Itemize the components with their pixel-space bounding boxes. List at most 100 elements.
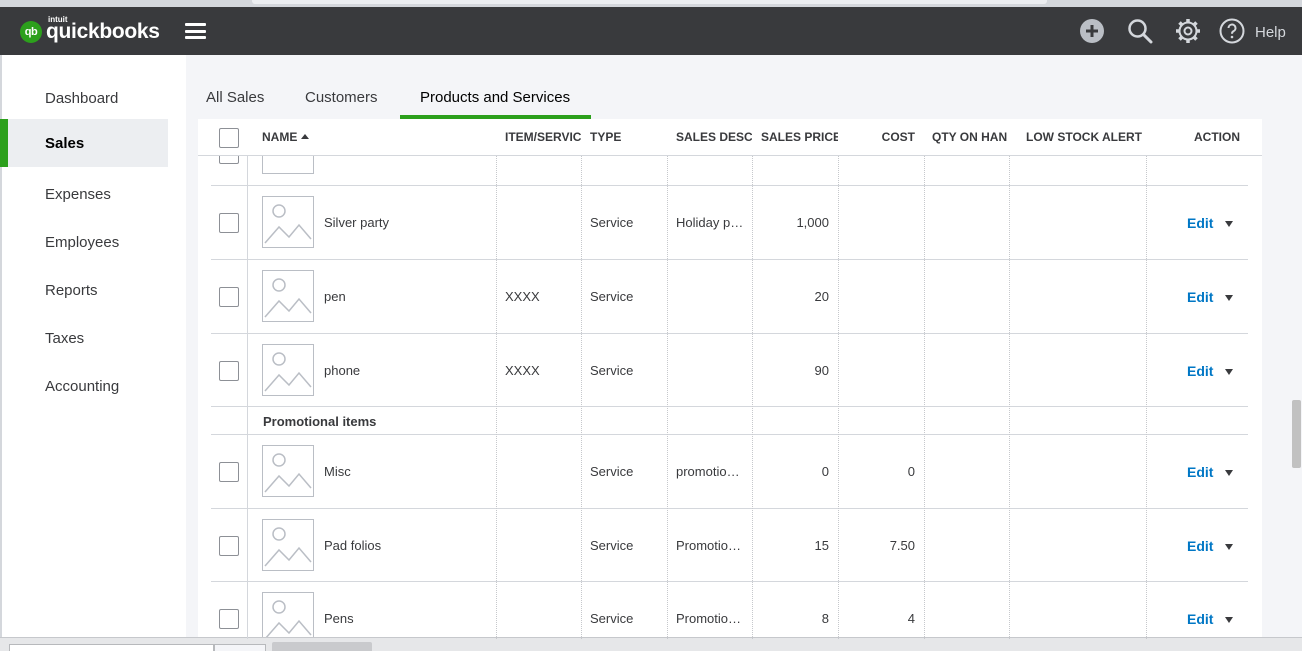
search-icon[interactable] — [1127, 18, 1153, 44]
product-sales-price: 15 — [814, 538, 829, 553]
column-header-cost[interactable]: COST — [839, 119, 923, 156]
bottom-button-remnant[interactable] — [272, 642, 372, 651]
row-checkbox[interactable] — [219, 609, 239, 629]
column-header-item-service[interactable]: ITEM/SERVIC — [497, 119, 581, 156]
address-bar-remnant — [252, 0, 1047, 4]
product-cost: 4 — [907, 611, 915, 626]
edit-link[interactable]: Edit — [1187, 464, 1213, 480]
product-sales-price: 8 — [821, 611, 829, 626]
hamburger-menu-icon[interactable] — [185, 23, 206, 39]
product-description: Promotio… — [676, 538, 742, 553]
column-header-action: ACTION — [1194, 130, 1240, 144]
select-all-checkbox[interactable] — [219, 128, 239, 148]
product-description: promotio… — [676, 464, 740, 479]
edit-link[interactable]: Edit — [1187, 538, 1213, 554]
product-name[interactable]: pen — [324, 289, 504, 304]
table-row[interactable]: Silver party Service Holiday p… 1,000 Ed… — [211, 186, 1248, 260]
column-header-sales-description[interactable]: SALES DESCR — [668, 119, 752, 156]
bottom-status-strip — [0, 637, 1302, 651]
sidebar-item-expenses[interactable]: Expenses — [2, 170, 168, 218]
column-header-sales-price[interactable]: SALES PRICE — [753, 119, 838, 156]
product-type: Service — [590, 215, 634, 230]
row-checkbox[interactable] — [219, 213, 239, 233]
product-type: Service — [590, 464, 634, 479]
product-type: Service — [590, 363, 634, 378]
edit-link[interactable]: Edit — [1187, 611, 1213, 627]
qb-logo-mark: qb — [20, 21, 42, 43]
product-image-placeholder-icon — [262, 519, 314, 571]
bottom-input-remnant[interactable] — [9, 644, 214, 651]
chevron-down-icon[interactable] — [1225, 295, 1233, 301]
product-sales-price: 1,000 — [796, 215, 829, 230]
gear-icon[interactable] — [1175, 18, 1201, 44]
tab-products-and-services[interactable]: Products and Services — [420, 89, 570, 106]
table-row[interactable]: Pens Service Promotio… 8 4 Edit — [211, 582, 1248, 639]
product-sku: XXXX — [505, 363, 540, 378]
product-sku: XXXX — [505, 289, 540, 304]
tab-customers[interactable]: Customers — [305, 89, 378, 106]
category-label: Promotional items — [263, 414, 377, 429]
edit-link[interactable]: Edit — [1187, 363, 1213, 379]
product-sales-price: 90 — [814, 363, 829, 378]
plus-circle-icon[interactable] — [1079, 18, 1105, 44]
edit-link[interactable]: Edit — [1187, 215, 1213, 231]
row-checkbox[interactable] — [219, 462, 239, 482]
sidebar-item-sales[interactable]: Sales — [0, 119, 168, 167]
top-bar: qb intuit quickbooks Help — [0, 7, 1302, 55]
help-label[interactable]: Help — [1255, 24, 1286, 41]
table-row[interactable]: phone XXXX Service 90 Edit — [211, 334, 1248, 407]
product-name[interactable]: Misc — [324, 464, 504, 479]
product-image-placeholder-icon — [262, 270, 314, 322]
column-header-name[interactable]: NAME — [254, 119, 494, 156]
product-name[interactable]: Pens — [324, 611, 504, 626]
product-sales-price: 20 — [814, 289, 829, 304]
product-image-placeholder-icon — [262, 344, 314, 396]
product-description: Promotio… — [676, 611, 742, 626]
products-table: NAME ITEM/SERVIC TYPE SALES DESCR SALES … — [198, 119, 1262, 639]
sidebar-item-dashboard[interactable]: Dashboard — [2, 74, 168, 122]
page-scrollbar-track[interactable] — [1289, 55, 1302, 637]
logo-intuit-text: intuit — [48, 15, 68, 24]
chevron-down-icon[interactable] — [1225, 617, 1233, 623]
chevron-down-icon[interactable] — [1225, 544, 1233, 550]
product-name[interactable]: Silver party — [324, 215, 504, 230]
product-name[interactable]: phone — [324, 363, 504, 378]
bottom-control-remnant[interactable] — [214, 644, 266, 651]
sidebar-item-taxes[interactable]: Taxes — [2, 314, 168, 362]
product-type: Service — [590, 538, 634, 553]
sidebar-item-accounting[interactable]: Accounting — [2, 362, 168, 410]
row-checkbox[interactable] — [219, 536, 239, 556]
sidebar-nav: Dashboard Sales Expenses Employees Repor… — [0, 55, 186, 651]
edit-link[interactable]: Edit — [1187, 289, 1213, 305]
table-row[interactable]: Pad folios Service Promotio… 15 7.50 Edi… — [211, 509, 1248, 582]
tab-all-sales[interactable]: All Sales — [206, 89, 264, 106]
column-header-low-stock-alert[interactable]: LOW STOCK ALERT — [1018, 119, 1146, 156]
product-type: Service — [590, 611, 634, 626]
column-header-qty-on-hand[interactable]: QTY ON HAN — [924, 119, 1009, 156]
sidebar-item-reports[interactable]: Reports — [2, 266, 168, 314]
product-image-placeholder-icon — [262, 196, 314, 248]
chevron-down-icon[interactable] — [1225, 221, 1233, 227]
table-header: NAME ITEM/SERVIC TYPE SALES DESCR SALES … — [198, 119, 1262, 156]
sidebar-item-employees[interactable]: Employees — [2, 218, 168, 266]
chevron-down-icon[interactable] — [1225, 369, 1233, 375]
category-group-header: Promotional items — [211, 407, 1248, 435]
column-header-type[interactable]: TYPE — [582, 119, 666, 156]
quickbooks-logo[interactable]: qb intuit quickbooks — [20, 15, 160, 45]
help-icon[interactable] — [1219, 18, 1245, 44]
page-scrollbar-thumb[interactable] — [1292, 400, 1301, 468]
table-row[interactable]: Misc Service promotio… 0 0 Edit — [211, 435, 1248, 509]
product-image-placeholder-icon — [262, 445, 314, 497]
product-image-placeholder-icon — [262, 592, 314, 639]
product-cost: 0 — [907, 464, 915, 479]
table-row[interactable]: pen XXXX Service 20 Edit — [211, 260, 1248, 334]
row-checkbox[interactable] — [219, 361, 239, 381]
product-sales-price: 0 — [821, 464, 829, 479]
product-type: Service — [590, 289, 634, 304]
chevron-down-icon[interactable] — [1225, 470, 1233, 476]
browser-chrome-strip — [0, 0, 1302, 7]
product-description: Holiday p… — [676, 215, 744, 230]
product-name[interactable]: Pad folios — [324, 538, 504, 553]
row-checkbox[interactable] — [219, 287, 239, 307]
sort-ascending-icon — [301, 134, 310, 139]
